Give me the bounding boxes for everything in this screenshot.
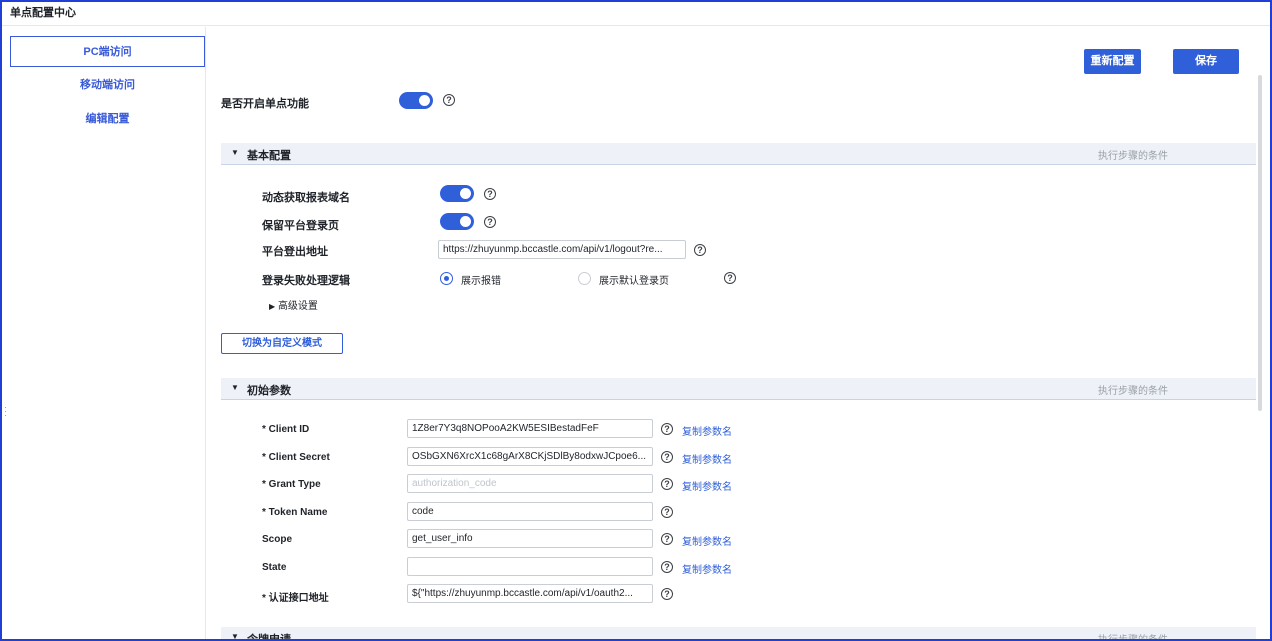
help-icon[interactable]: ? [661, 561, 673, 573]
copy-param-name-link[interactable]: 复制参数名 [682, 423, 732, 438]
client-secret-input[interactable]: OSbGXN6XrcX1c68gArX8CKjSDlBy8odxwJCpoe6.… [407, 447, 653, 466]
section-condition-text: 执行步骤的条件 [1098, 151, 1168, 162]
grant-type-input[interactable]: authorization_code [407, 474, 653, 493]
param-scope-label: Scope [262, 534, 293, 545]
help-icon[interactable]: ? [661, 588, 673, 600]
client-id-input[interactable]: 1Z8er7Y3q8NOPooA2KW5ESIBestadFeF [407, 419, 653, 438]
login-fail-label: 登录失败处理逻辑 [262, 275, 350, 287]
section-title: 初始参数 [247, 385, 291, 397]
dynamic-domain-toggle[interactable] [440, 185, 474, 202]
state-input[interactable] [407, 557, 653, 576]
advanced-settings-toggle[interactable]: ▶ 高级设置 [269, 297, 318, 312]
sidebar: PC端访问 移动端访问 编辑配置 [2, 27, 206, 639]
help-icon[interactable]: ? [694, 244, 706, 256]
sidebar-item-mobile-access[interactable]: 移动端访问 [10, 70, 205, 101]
help-icon[interactable]: ? [661, 423, 673, 435]
token-name-input[interactable]: code [407, 502, 653, 521]
section-basic-config[interactable]: ▼ 基本配置 执行步骤的条件 [221, 143, 1256, 165]
section-token-request[interactable]: ▼ 令牌申请 执行步骤的条件 [221, 627, 1256, 641]
help-icon[interactable]: ? [661, 478, 673, 490]
scope-input[interactable]: get_user_info [407, 529, 653, 548]
param-grant-type-label: * Grant Type [262, 479, 321, 490]
section-initial-params[interactable]: ▼ 初始参数 执行步骤的条件 [221, 378, 1256, 400]
help-icon[interactable]: ? [661, 533, 673, 545]
section-title: 基本配置 [247, 150, 291, 162]
advanced-settings-label: 高级设置 [277, 301, 318, 312]
sso-enable-toggle[interactable] [399, 92, 433, 109]
radio-show-error-label: 展示报错 [461, 276, 501, 287]
section-title: 令牌申请 [247, 634, 291, 641]
keep-login-page-toggle[interactable] [440, 213, 474, 230]
param-client-id-label: * Client ID [262, 424, 310, 435]
param-auth-url-label: * 认证接口地址 [262, 593, 329, 604]
sidebar-item-pc-access[interactable]: PC端访问 [10, 36, 205, 67]
param-token-name-label: * Token Name [262, 507, 328, 518]
help-icon[interactable]: ? [484, 188, 496, 200]
radio-show-default-login-label: 展示默认登录页 [599, 276, 669, 287]
radio-show-error[interactable] [440, 272, 453, 285]
save-button[interactable]: 保存 [1173, 49, 1239, 74]
collapse-arrow-icon[interactable]: ▼ [231, 383, 239, 392]
scrollbar[interactable] [1258, 75, 1262, 411]
copy-param-name-link[interactable]: 复制参数名 [682, 533, 732, 548]
main-panel: 重新配置 保存 是否开启单点功能 ? ▼ 基本配置 执行步骤的条件 动态获取报表… [207, 27, 1270, 639]
section-condition-text: 执行步骤的条件 [1098, 635, 1168, 641]
help-icon[interactable]: ? [724, 272, 736, 284]
keep-login-page-label: 保留平台登录页 [262, 220, 339, 232]
copy-param-name-link[interactable]: 复制参数名 [682, 451, 732, 466]
expand-arrow-icon: ▶ [269, 302, 276, 311]
reconfigure-button[interactable]: 重新配置 [1084, 49, 1141, 74]
help-icon[interactable]: ? [661, 451, 673, 463]
switch-custom-mode-button[interactable]: 切换为自定义模式 [221, 333, 343, 354]
auth-url-input[interactable]: ${"https://zhuyunmp.bccastle.com/api/v1/… [407, 584, 653, 603]
param-state-label: State [262, 562, 287, 573]
app-window: 单点配置中心 PC端访问 移动端访问 编辑配置 · · · 重新配置 保存 是否开启… [0, 0, 1272, 641]
param-client-secret-label: * Client Secret [262, 452, 330, 463]
radio-show-default-login[interactable] [578, 272, 591, 285]
collapse-arrow-icon[interactable]: ▼ [231, 632, 239, 639]
help-icon[interactable]: ? [484, 216, 496, 228]
resize-handle[interactable]: · · · [4, 403, 7, 420]
sso-enable-label: 是否开启单点功能 [221, 98, 309, 110]
logout-url-input[interactable]: https://zhuyunmp.bccastle.com/api/v1/log… [438, 240, 686, 259]
help-icon[interactable]: ? [443, 94, 455, 106]
collapse-arrow-icon[interactable]: ▼ [231, 148, 239, 157]
copy-param-name-link[interactable]: 复制参数名 [682, 561, 732, 576]
sidebar-item-edit-config[interactable]: 编辑配置 [10, 104, 205, 135]
section-condition-text: 执行步骤的条件 [1098, 386, 1168, 397]
help-icon[interactable]: ? [661, 506, 673, 518]
dynamic-domain-label: 动态获取报表域名 [262, 192, 350, 204]
logout-url-label: 平台登出地址 [262, 246, 328, 258]
copy-param-name-link[interactable]: 复制参数名 [682, 478, 732, 493]
page-title: 单点配置中心 [2, 2, 1270, 26]
